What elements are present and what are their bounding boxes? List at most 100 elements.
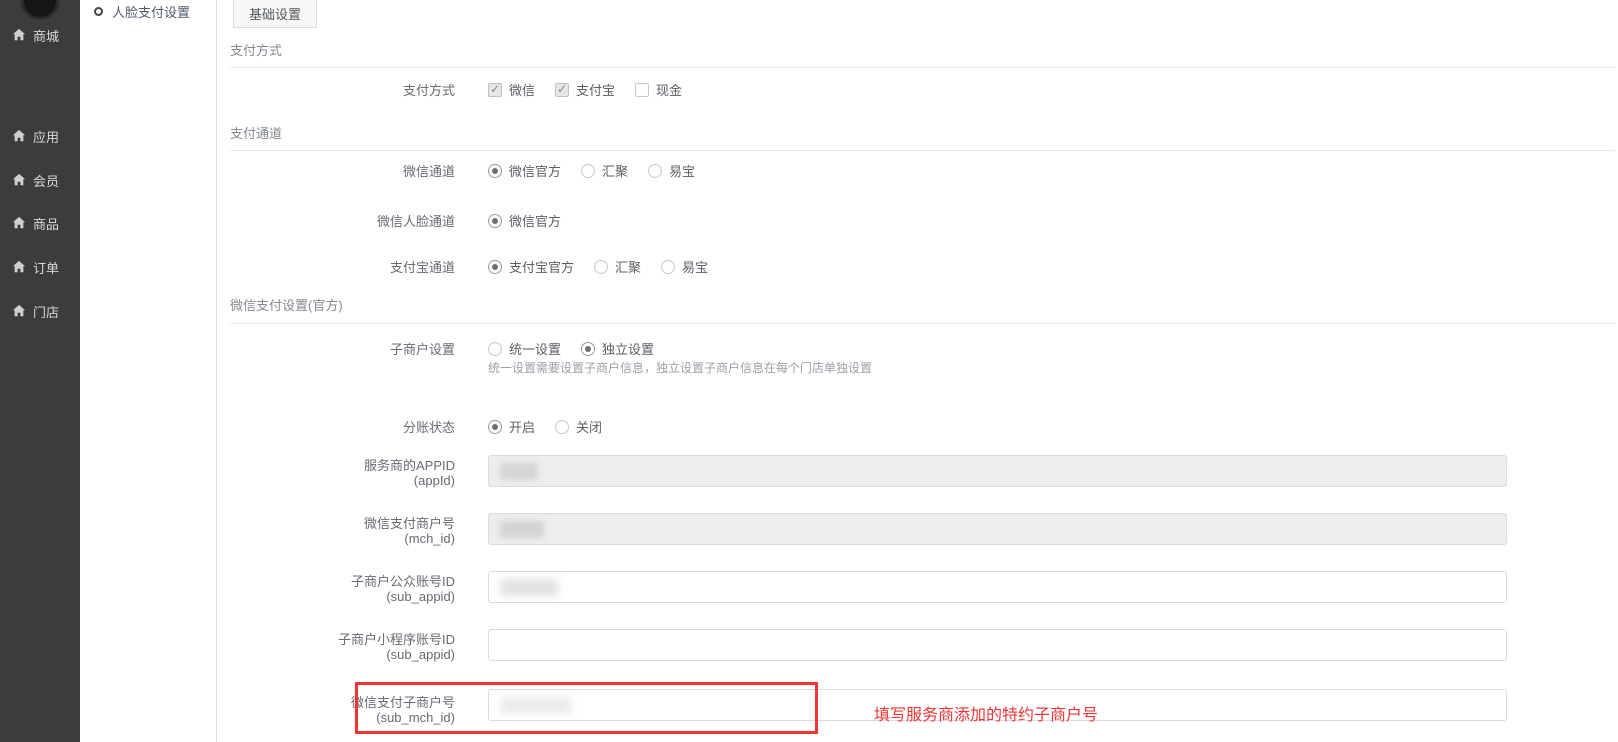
field-label-pay-method: 支付方式 [230, 83, 455, 98]
submenu-item-label: 人脸支付设置 [112, 2, 190, 21]
sidebar-item-members[interactable]: 会员 [12, 171, 59, 189]
radio-huiju[interactable]: 汇聚 [594, 257, 641, 276]
sub-appid-mini-input[interactable] [488, 629, 1507, 661]
checkbox-wechat[interactable]: 微信 [488, 80, 535, 99]
option-label: 汇聚 [615, 257, 641, 276]
option-label: 微信官方 [509, 161, 561, 180]
secondary-sidebar: 人脸支付设置 [80, 0, 217, 742]
radio-selected-icon [488, 214, 502, 228]
field-label-alipay-channel: 支付宝通道 [230, 260, 455, 275]
option-label: 微信 [509, 80, 535, 99]
sidebar-item-label: 会员 [33, 171, 59, 190]
home-icon [12, 216, 26, 230]
label-line2: (sub_mch_id) [230, 710, 455, 725]
checkbox-alipay[interactable]: 支付宝 [555, 80, 615, 99]
radio-icon [594, 260, 608, 274]
option-label: 独立设置 [602, 339, 654, 358]
label-line1: 子商户小程序账号ID [230, 632, 455, 647]
annotation-text: 填写服务商添加的特约子商户号 [874, 701, 1098, 725]
option-label: 易宝 [682, 257, 708, 276]
sidebar-item-label: 应用 [33, 127, 59, 146]
radio-selected-icon [581, 342, 595, 356]
sidebar-item-goods[interactable]: 商品 [12, 214, 59, 232]
radio-selected-icon [488, 260, 502, 274]
wechat-face-channel-options: 微信官方 [488, 211, 561, 230]
label-line1: 微信支付子商户号 [230, 695, 455, 710]
circle-bullet-icon [94, 7, 103, 16]
option-label: 汇聚 [602, 161, 628, 180]
tab-basic-settings[interactable]: 基础设置 [233, 0, 317, 28]
sidebar-item-label: 门店 [33, 302, 59, 321]
sidebar-item-stores[interactable]: 门店 [12, 302, 59, 320]
sub-appid-mp-input[interactable] [488, 571, 1507, 603]
alipay-channel-options: 支付宝官方 汇聚 易宝 [488, 257, 708, 276]
label-line2: (mch_id) [230, 531, 455, 546]
field-label-wechat-face-channel: 微信人脸通道 [230, 214, 455, 229]
radio-huiju[interactable]: 汇聚 [581, 161, 628, 180]
submenu-item-face-pay-settings[interactable]: 人脸支付设置 [94, 2, 190, 21]
label-line2: (sub_appid) [230, 647, 455, 662]
mch-id-input[interactable] [488, 513, 1507, 545]
checkbox-checked-icon [555, 83, 569, 97]
home-icon [12, 28, 26, 42]
label-line2: (appId) [230, 473, 455, 488]
radio-wechat-official[interactable]: 微信官方 [488, 161, 561, 180]
redacted-value [500, 697, 572, 714]
home-icon [12, 173, 26, 187]
checkbox-unchecked-icon [635, 83, 649, 97]
divider [230, 67, 1615, 68]
radio-yibao[interactable]: 易宝 [661, 257, 708, 276]
field-label-sub-appid-mini: 子商户小程序账号ID (sub_appid) [230, 632, 455, 662]
sidebar-item-label: 商品 [33, 214, 59, 233]
field-label-split-status: 分账状态 [230, 420, 455, 435]
sub-merchant-options: 统一设置 独立设置 [488, 339, 654, 358]
redacted-value [500, 521, 544, 538]
option-label: 易宝 [669, 161, 695, 180]
home-icon [12, 129, 26, 143]
option-label: 支付宝 [576, 80, 615, 99]
radio-wechat-official[interactable]: 微信官方 [488, 211, 561, 230]
divider [230, 150, 1615, 151]
sidebar-item-mall[interactable]: 商城 [12, 26, 59, 44]
field-label-appid: 服务商的APPID (appId) [230, 458, 455, 488]
split-status-options: 开启 关闭 [488, 417, 602, 436]
pay-method-options: 微信 支付宝 现金 [488, 80, 682, 99]
main-content: 基础设置 支付方式 支付方式 微信 支付宝 现金 支付通道 微信通道 微信官方 … [217, 0, 1618, 742]
label-line1: 子商户公众账号ID [230, 574, 455, 589]
redacted-value [500, 579, 558, 596]
label-line1: 服务商的APPID [230, 458, 455, 473]
checkbox-checked-icon [488, 83, 502, 97]
radio-icon [488, 342, 502, 356]
appid-input[interactable] [488, 455, 1507, 487]
radio-unified-setting[interactable]: 统一设置 [488, 339, 561, 358]
field-label-sub-merchant: 子商户设置 [230, 342, 455, 357]
field-label-mch-id: 微信支付商户号 (mch_id) [230, 516, 455, 546]
field-label-sub-mch-id: 微信支付子商户号 (sub_mch_id) [230, 695, 455, 725]
radio-independent-setting[interactable]: 独立设置 [581, 339, 654, 358]
app-logo[interactable] [21, 0, 59, 20]
radio-icon [648, 164, 662, 178]
option-label: 微信官方 [509, 211, 561, 230]
sidebar-item-apps[interactable]: 应用 [12, 127, 59, 145]
checkbox-cash[interactable]: 现金 [635, 80, 682, 99]
sub-merchant-help-text: 统一设置需要设置子商户信息，独立设置子商户信息在每个门店单独设置 [488, 359, 872, 376]
option-label: 统一设置 [509, 339, 561, 358]
radio-split-on[interactable]: 开启 [488, 417, 535, 436]
radio-selected-icon [488, 164, 502, 178]
wechat-channel-options: 微信官方 汇聚 易宝 [488, 161, 695, 180]
field-label-sub-appid-mp: 子商户公众账号ID (sub_appid) [230, 574, 455, 604]
label-line1: 微信支付商户号 [230, 516, 455, 531]
section-title-pay-method: 支付方式 [230, 40, 282, 59]
label-line2: (sub_appid) [230, 589, 455, 604]
section-title-wechat-pay-settings: 微信支付设置(官方) [230, 295, 343, 314]
radio-alipay-official[interactable]: 支付宝官方 [488, 257, 574, 276]
option-label: 开启 [509, 417, 535, 436]
home-icon [12, 260, 26, 274]
sidebar-item-orders[interactable]: 订单 [12, 258, 59, 276]
option-label: 现金 [656, 80, 682, 99]
sidebar-item-label: 订单 [33, 258, 59, 277]
section-title-pay-channel: 支付通道 [230, 123, 282, 142]
radio-yibao[interactable]: 易宝 [648, 161, 695, 180]
option-label: 支付宝官方 [509, 257, 574, 276]
radio-split-off[interactable]: 关闭 [555, 417, 602, 436]
